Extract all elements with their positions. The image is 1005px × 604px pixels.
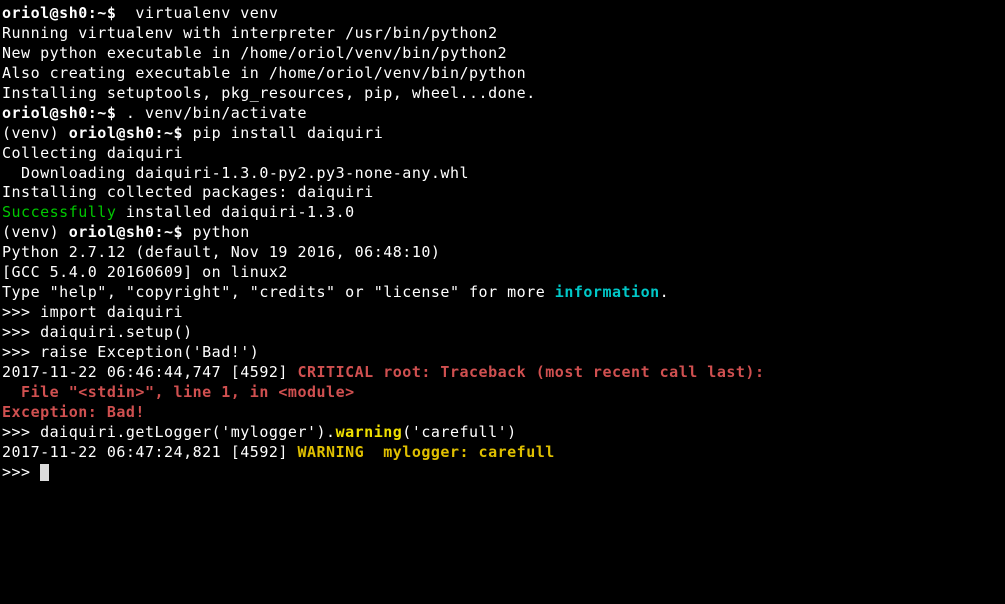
venv-indicator: (venv) xyxy=(2,223,69,241)
terminal-line: [GCC 5.4.0 20160609] on linux2 xyxy=(2,263,1003,283)
terminal-line: >>> import daiquiri xyxy=(2,303,1003,323)
venv-indicator: (venv) xyxy=(2,124,69,142)
terminal-line: Collecting daiquiri xyxy=(2,144,1003,164)
terminal-line: (venv) oriol@sh0:~$ pip install daiquiri xyxy=(2,124,1003,144)
prompt-path: :~$ xyxy=(155,124,184,142)
command-text: python xyxy=(183,223,250,241)
terminal-line: Python 2.7.12 (default, Nov 19 2016, 06:… xyxy=(2,243,1003,263)
terminal-line: Also creating executable in /home/oriol/… xyxy=(2,64,1003,84)
terminal-line: oriol@sh0:~$ . venv/bin/activate xyxy=(2,104,1003,124)
prompt-path: :~$ xyxy=(88,4,117,22)
terminal-line: Running virtualenv with interpreter /usr… xyxy=(2,24,1003,44)
repl-text: >>> daiquiri.getLogger('mylogger'). xyxy=(2,423,336,441)
prompt-user: oriol@sh0 xyxy=(69,223,155,241)
repl-text: ('carefull') xyxy=(402,423,516,441)
command-text: . venv/bin/activate xyxy=(116,104,307,122)
critical-text: CRITICAL root: Traceback (most recent ca… xyxy=(297,363,764,381)
terminal[interactable]: oriol@sh0:~$ virtualenv venv Running vir… xyxy=(0,0,1005,604)
terminal-line: oriol@sh0:~$ virtualenv venv xyxy=(2,4,1003,24)
prompt-user: oriol@sh0 xyxy=(2,4,88,22)
terminal-line: Downloading daiquiri-1.3.0-py2.py3-none-… xyxy=(2,164,1003,184)
output-text: . xyxy=(660,283,670,301)
cursor-icon xyxy=(40,464,49,481)
terminal-line: Exception: Bad! xyxy=(2,403,1003,423)
terminal-line: Type "help", "copyright", "credits" or "… xyxy=(2,283,1003,303)
terminal-line: >>> daiquiri.getLogger('mylogger').warni… xyxy=(2,423,1003,443)
terminal-line: 2017-11-22 06:46:44,747 [4592] CRITICAL … xyxy=(2,363,1003,383)
terminal-line: File "<stdin>", line 1, in <module> xyxy=(2,383,1003,403)
prompt-user: oriol@sh0 xyxy=(69,124,155,142)
method-text: warning xyxy=(336,423,403,441)
terminal-line: >>> xyxy=(2,463,1003,483)
terminal-line: Installing collected packages: daiquiri xyxy=(2,183,1003,203)
success-text: Successfully xyxy=(2,203,116,221)
timestamp-text: 2017-11-22 06:46:44,747 [4592] xyxy=(2,363,297,381)
terminal-line: (venv) oriol@sh0:~$ python xyxy=(2,223,1003,243)
highlight-text: information xyxy=(555,283,660,301)
terminal-line: Installing setuptools, pkg_resources, pi… xyxy=(2,84,1003,104)
terminal-line: >>> daiquiri.setup() xyxy=(2,323,1003,343)
prompt-path: :~$ xyxy=(88,104,117,122)
terminal-line: New python executable in /home/oriol/ven… xyxy=(2,44,1003,64)
terminal-line: 2017-11-22 06:47:24,821 [4592] WARNING m… xyxy=(2,443,1003,463)
prompt-user: oriol@sh0 xyxy=(2,104,88,122)
warning-text: WARNING mylogger: carefull xyxy=(297,443,554,461)
terminal-line: >>> raise Exception('Bad!') xyxy=(2,343,1003,363)
command-text: virtualenv venv xyxy=(116,4,278,22)
command-text: pip install daiquiri xyxy=(183,124,383,142)
prompt-path: :~$ xyxy=(155,223,184,241)
output-text: Type "help", "copyright", "credits" or "… xyxy=(2,283,555,301)
repl-prompt: >>> xyxy=(2,463,40,481)
timestamp-text: 2017-11-22 06:47:24,821 [4592] xyxy=(2,443,297,461)
terminal-line: Successfully installed daiquiri-1.3.0 xyxy=(2,203,1003,223)
output-text: installed daiquiri-1.3.0 xyxy=(116,203,354,221)
